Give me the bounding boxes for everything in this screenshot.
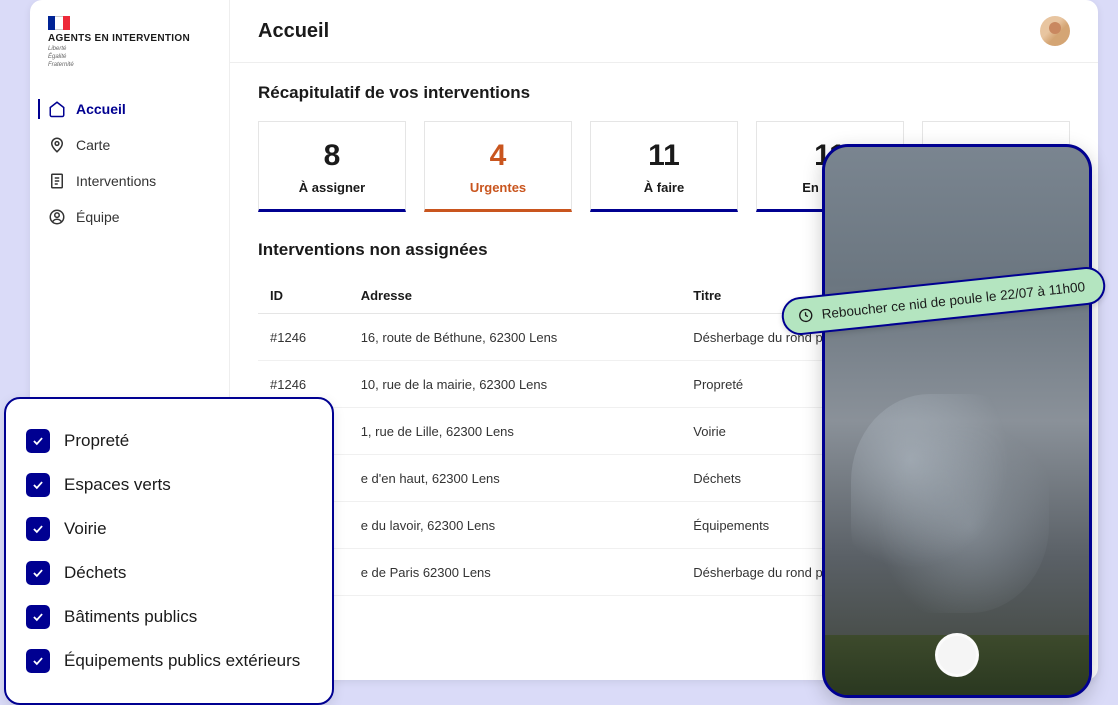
stat-card-afaire[interactable]: 11 À faire [590,121,738,212]
nav-item-interventions[interactable]: Interventions [30,163,229,199]
nav-label: Carte [76,137,110,153]
stat-label: Urgentes [437,180,559,195]
stat-card-urgentes[interactable]: 4 Urgentes [424,121,572,212]
filter-item[interactable]: Déchets [24,551,314,595]
stat-value: 8 [271,138,393,174]
main-nav: Accueil Carte Interventions Équipe [30,91,229,235]
checkbox[interactable] [26,429,50,453]
pin-icon [48,136,66,154]
logo-block: AGENTS EN INTERVENTION Liberté Égalité F… [30,12,229,83]
filter-label: Propreté [64,431,129,451]
nav-label: Interventions [76,173,156,189]
filter-item[interactable]: Équipements publics extérieurs [24,639,314,683]
stat-value: 4 [437,138,559,174]
cell-address: e du lavoir, 62300 Lens [349,502,682,549]
th-address: Adresse [349,278,682,314]
cell-id: #1246 [258,314,349,361]
clock-icon [797,307,815,325]
stat-value: 11 [603,138,725,174]
filter-item[interactable]: Propreté [24,419,314,463]
phone-camera-view [825,147,1089,695]
filter-item[interactable]: Voirie [24,507,314,551]
nav-item-accueil[interactable]: Accueil [30,91,229,127]
filter-label: Équipements publics extérieurs [64,651,300,671]
user-icon [48,208,66,226]
filter-label: Bâtiments publics [64,607,197,627]
nav-label: Accueil [76,101,126,117]
page-title: Accueil [258,20,329,43]
phone-mock [822,144,1092,698]
shutter-button[interactable] [935,633,979,677]
avatar[interactable] [1040,16,1070,46]
th-id: ID [258,278,349,314]
topbar: Accueil [230,0,1098,63]
flag-icon [48,16,70,30]
checkbox[interactable] [26,473,50,497]
cell-address: 1, rue de Lille, 62300 Lens [349,408,682,455]
brand-motto: Liberté Égalité Fraternité [48,46,211,69]
stat-label: À assigner [271,180,393,195]
checkbox[interactable] [26,605,50,629]
checkbox[interactable] [26,561,50,585]
cell-address: e de Paris 62300 Lens [349,549,682,596]
filter-label: Déchets [64,563,126,583]
stat-card-assigner[interactable]: 8 À assigner [258,121,406,212]
filter-label: Espaces verts [64,475,171,495]
cell-address: 16, route de Béthune, 62300 Lens [349,314,682,361]
filter-item[interactable]: Espaces verts [24,463,314,507]
checkbox[interactable] [26,517,50,541]
filter-panel: Propreté Espaces verts Voirie Déchets Bâtime… [4,397,334,705]
cell-address: 10, rue de la mairie, 62300 Lens [349,361,682,408]
summary-title: Récapitulatif de vos interventions [258,83,1070,103]
file-icon [48,172,66,190]
filter-item[interactable]: Bâtiments publics [24,595,314,639]
filter-label: Voirie [64,519,107,539]
nav-item-carte[interactable]: Carte [30,127,229,163]
nav-label: Équipe [76,209,120,225]
nav-item-equipe[interactable]: Équipe [30,199,229,235]
brand-name: AGENTS EN INTERVENTION [48,33,211,44]
stat-label: À faire [603,180,725,195]
home-icon [48,100,66,118]
checkbox[interactable] [26,649,50,673]
cell-address: e d'en haut, 62300 Lens [349,455,682,502]
